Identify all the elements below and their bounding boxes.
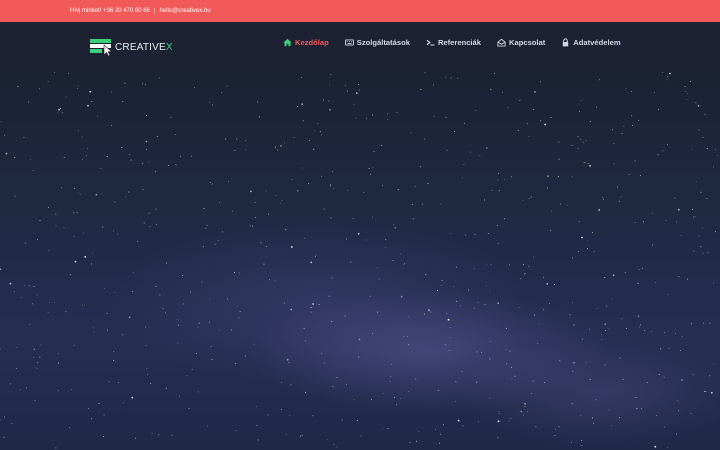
nav-item-szolgaltatasok[interactable]: Szolgáltatások bbox=[344, 38, 410, 47]
nav-item-kapcsolat[interactable]: Kapcsolat bbox=[497, 38, 545, 47]
phone-text[interactable]: Hívj minket! +36 20 470 60 66 bbox=[70, 8, 150, 14]
home-icon bbox=[283, 38, 292, 47]
logo-icon bbox=[90, 39, 113, 56]
nav-label-kezdolap: Kezdőlap bbox=[295, 38, 329, 47]
terminal-icon bbox=[426, 38, 435, 47]
star-field bbox=[0, 72, 718, 449]
logo-text-accent: X bbox=[165, 42, 173, 53]
nav-label-referenciak: Referenciák bbox=[437, 38, 481, 47]
nav-item-referenciak[interactable]: Referenciák bbox=[426, 38, 481, 47]
nav-label-szolgaltatasok: Szolgáltatások bbox=[356, 38, 410, 47]
hero-starry-sky bbox=[0, 72, 720, 450]
lock-icon bbox=[561, 38, 570, 47]
nav-item-adatvedelem[interactable]: Adatvédelem bbox=[561, 38, 621, 47]
nav-label-kapcsolat: Kapcsolat bbox=[509, 38, 546, 47]
email-link[interactable]: hello@creativex.hu bbox=[159, 8, 210, 14]
main-menu: Kezdőlap Szolgáltatások Referenciák Kapc… bbox=[283, 38, 621, 47]
logo-text: CREATIVEX bbox=[115, 42, 173, 53]
envelope-open-icon bbox=[497, 38, 506, 47]
main-navbar: CREATIVEX Kezdőlap Szolgáltatások Refere… bbox=[0, 22, 720, 72]
keyboard-icon bbox=[344, 38, 354, 47]
nav-label-adatvedelem: Adatvédelem bbox=[573, 38, 621, 47]
site-logo[interactable]: CREATIVEX bbox=[90, 38, 173, 56]
nav-item-kezdolap[interactable]: Kezdőlap bbox=[283, 38, 329, 47]
topbar-separator: | bbox=[153, 8, 156, 14]
top-contact-bar: Hívj minket! +36 20 470 60 66 | hello@cr… bbox=[0, 0, 720, 22]
logo-text-main: CREATIVE bbox=[115, 42, 166, 53]
